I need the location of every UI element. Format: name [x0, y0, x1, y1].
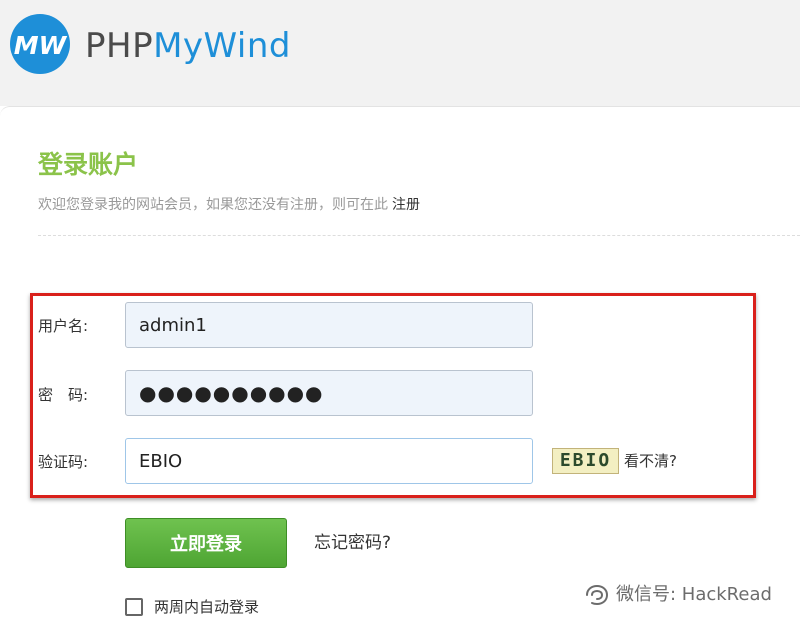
username-label: 用户名:	[38, 317, 89, 335]
svg-text:MW: MW	[14, 31, 68, 60]
captcha-image[interactable]: EBIO	[552, 448, 619, 474]
password-input[interactable]	[125, 370, 533, 416]
logo-text-mywind: MyWind	[153, 26, 291, 66]
register-link[interactable]: 注册	[392, 197, 420, 213]
wechat-icon	[586, 584, 609, 606]
dashed-divider	[38, 235, 800, 236]
captcha-label: 验证码:	[38, 453, 89, 471]
remember-me-label[interactable]: 两周内自动登录	[154, 597, 259, 617]
captcha-refresh-link[interactable]: 看不清?	[624, 451, 677, 471]
site-logo-text[interactable]: PHPMyWind	[85, 24, 291, 68]
mywind-logo-icon: MW	[10, 14, 70, 74]
username-input[interactable]	[125, 302, 533, 348]
site-header: MW PHPMyWind	[0, 0, 800, 106]
remember-me-checkbox[interactable]	[125, 598, 143, 616]
password-label: 密 码:	[38, 386, 89, 404]
login-button[interactable]: 立即登录	[125, 518, 287, 568]
forgot-password-link[interactable]: 忘记密码?	[314, 532, 391, 554]
captcha-input[interactable]	[125, 438, 533, 484]
page-subtitle: 欢迎您登录我的网站会员，如果您还没有注册，则可在此 注册	[38, 195, 420, 215]
watermark-text: 微信号: HackRead	[616, 584, 772, 605]
page-title: 登录账户	[38, 150, 139, 179]
logo-text-php: PHP	[85, 26, 154, 66]
subtitle-text: 欢迎您登录我的网站会员，如果您还没有注册，则可在此	[38, 197, 388, 213]
